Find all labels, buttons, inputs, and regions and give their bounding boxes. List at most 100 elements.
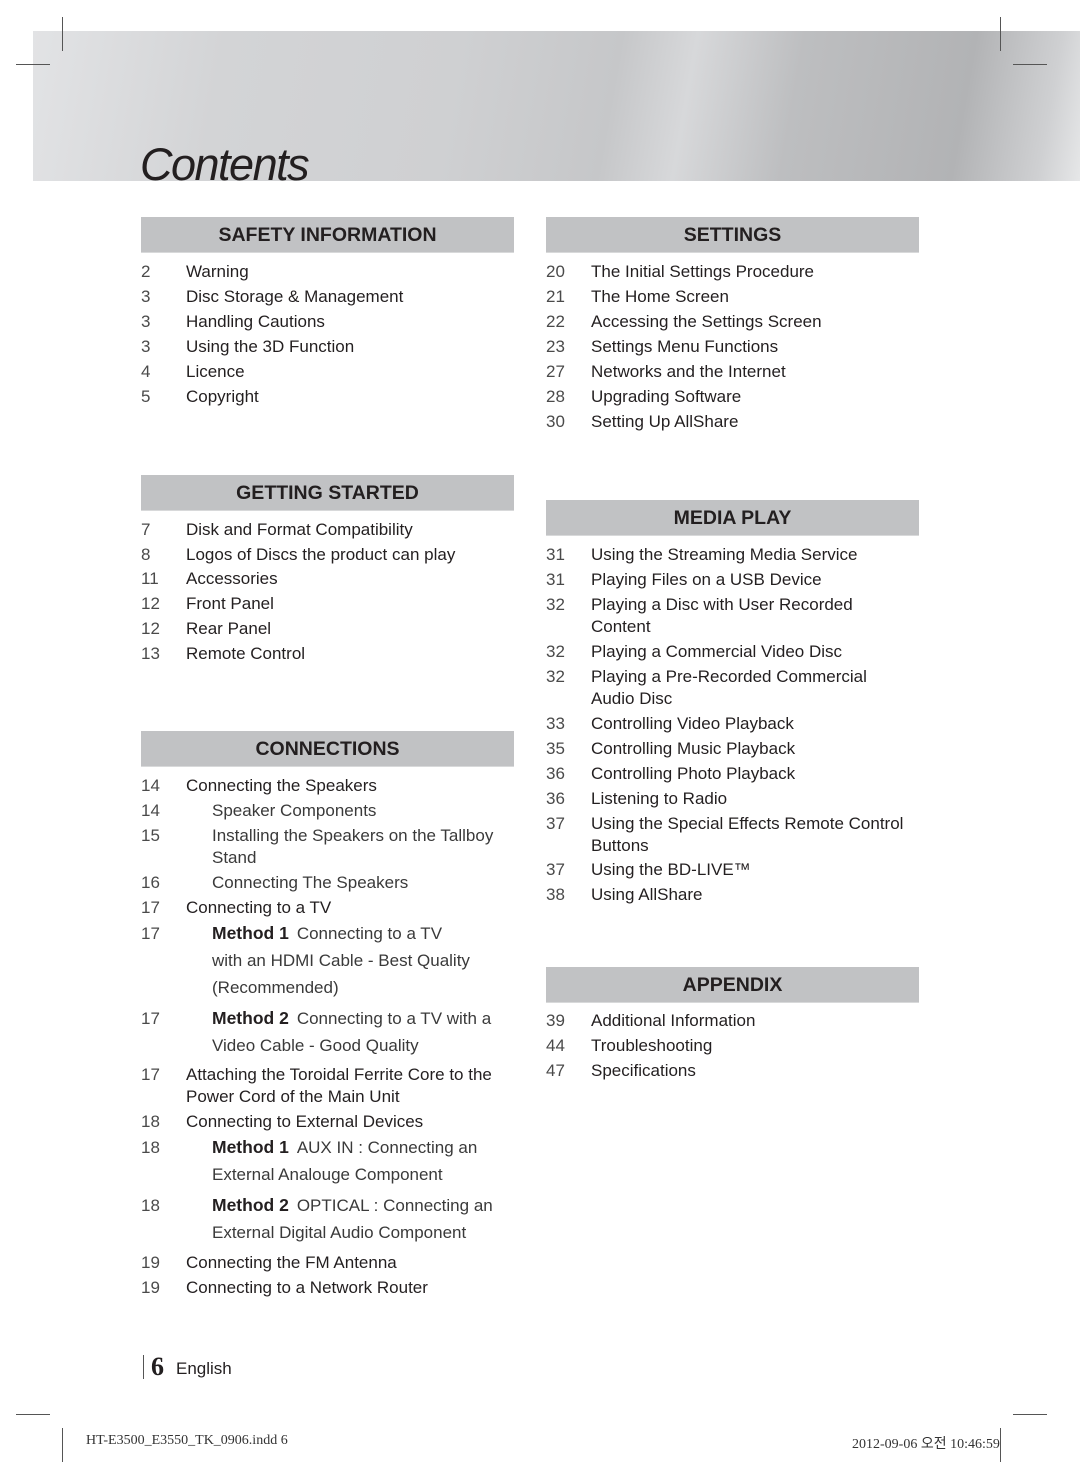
entry-title: Playing a Commercial Video Disc (591, 642, 843, 661)
method-desc: OPTICAL : Connecting an (296, 1196, 493, 1215)
crop-mark (1000, 1428, 1001, 1462)
method-label: Method 1 (212, 923, 289, 943)
crop-mark (16, 1414, 50, 1415)
entry-title: Settings Menu Functions (591, 337, 779, 356)
method-desc: AUX IN : Connecting an (296, 1138, 478, 1157)
entry-title: Troubleshooting (591, 1036, 713, 1055)
entry-page: 30 (546, 412, 565, 431)
entry-page: 32 (546, 667, 565, 686)
entry-title: Accessories (186, 569, 278, 588)
entry-title-line: Stand (212, 848, 257, 867)
entry-title: Connecting the Speakers (186, 776, 377, 795)
entry-page: 3 (141, 287, 151, 306)
page-title: Contents (140, 139, 310, 190)
entry-title: Specifications (591, 1061, 696, 1080)
entry-page: 28 (546, 387, 565, 406)
entry-page: 7 (141, 520, 151, 539)
entry-title: Logos of Discs the product can play (186, 545, 456, 564)
entry-page: 11 (141, 569, 159, 588)
entry-title: Connecting to External Devices (186, 1112, 424, 1131)
crop-mark (62, 17, 63, 51)
entry-title: Connecting The Speakers (212, 873, 409, 892)
entry-title-line: Video Cable - Good Quality (212, 1036, 419, 1055)
entry-title: The Initial Settings Procedure (591, 262, 815, 281)
entry-title: Controlling Music Playback (591, 739, 796, 758)
method-label: Method 1 (212, 1137, 289, 1157)
entry-page: 33 (546, 714, 565, 733)
entry-title: Using the Streaming Media Service (591, 545, 858, 564)
entry-page: 37 (546, 814, 565, 833)
entry-title-line: External Analouge Component (212, 1165, 443, 1184)
entry-title: Accessing the Settings Screen (591, 312, 822, 331)
entry-page: 19 (141, 1278, 160, 1297)
entry-page: 36 (546, 789, 565, 808)
entry-title: Additional Information (591, 1011, 756, 1030)
slug-timestamp: 2012-09-06 오전 10:46:59 (852, 1437, 1000, 1452)
section-heading: GETTING STARTED (141, 475, 514, 511)
entry-title-line: with an HDMI Cable - Best Quality (212, 951, 470, 970)
entry-title: Method 1 Connecting to a TV with an HDMI C… (212, 920, 470, 1001)
entry-title: Copyright (186, 387, 259, 406)
entry-page: 23 (546, 337, 565, 356)
entry-page: 8 (141, 545, 151, 564)
entry-title: Connecting to a Network Router (186, 1278, 428, 1297)
entry-page: 35 (546, 739, 565, 758)
entry-page: 21 (546, 287, 565, 306)
entry-title-line: Buttons (591, 836, 649, 855)
entry-page: 47 (546, 1061, 565, 1080)
entry-title-line: Audio Disc (591, 689, 673, 708)
method-desc: Connecting to a TV with a (296, 1009, 492, 1028)
entry-page: 12 (141, 619, 160, 638)
entry-title: Connecting to a TV (186, 898, 332, 917)
entry-title: Listening to Radio (591, 789, 728, 808)
entry-page: 12 (141, 594, 160, 613)
entry-title-line: External Digital Audio Component (212, 1223, 467, 1242)
section-heading: CONNECTIONS (141, 731, 514, 767)
entry-title: Using AllShare (591, 885, 703, 904)
entry-title: The Home Screen (591, 287, 729, 306)
entry-title-line: Using the Special Effects Remote Control (591, 814, 904, 833)
method-label: Method 2 (212, 1195, 289, 1215)
entry-page: 18 (141, 1112, 160, 1131)
entry-title: Setting Up AllShare (591, 412, 739, 431)
entry-title: Connecting the FM Antenna (186, 1253, 397, 1272)
entry-title: Using the Special Effects Remote Control… (591, 813, 903, 857)
entry-title: Disk and Format Compatibility (186, 520, 413, 539)
entry-page: 16 (141, 873, 160, 892)
page-language: English (176, 1359, 232, 1378)
slug-filename: HT-E3500_E3550_TK_0906.indd 6 (86, 1433, 288, 1448)
entry-page: 44 (546, 1036, 565, 1055)
entry-title: Remote Control (186, 644, 306, 663)
entry-page: 14 (141, 801, 160, 820)
entry-page: 14 (141, 776, 160, 795)
entry-title: Installing the Speakers on the Tallboy St… (212, 825, 493, 869)
entry-title-line: (Recommended) (212, 978, 339, 997)
entry-title: Method 2 OPTICAL : Connecting an External … (212, 1192, 493, 1246)
entry-title: Disc Storage & Management (186, 287, 404, 306)
entry-page: 32 (546, 595, 565, 614)
entry-title: Using the 3D Function (186, 337, 355, 356)
entry-page: 18 (141, 1196, 160, 1215)
entry-page: 17 (141, 1065, 160, 1084)
entry-page: 19 (141, 1253, 160, 1272)
entry-page: 3 (141, 312, 151, 331)
entry-title: Playing a Disc with User Recorded Content (591, 594, 853, 638)
entry-page: 31 (546, 570, 565, 589)
entry-page: 20 (546, 262, 565, 281)
method-desc: Connecting to a TV (296, 924, 443, 943)
entry-title-line: Playing a Pre-Recorded Commercial (591, 667, 867, 686)
entry-page: 15 (141, 826, 160, 845)
entry-title: Rear Panel (186, 619, 272, 638)
entry-title: Method 2 Connecting to a TV with a Video C… (212, 1005, 491, 1059)
crop-mark (1013, 1414, 1047, 1415)
crop-mark (62, 1428, 63, 1462)
section-heading: APPENDIX (546, 967, 919, 1003)
entry-page: 17 (141, 898, 160, 917)
entry-page: 36 (546, 764, 565, 783)
entry-title-line: Installing the Speakers on the Tallboy (212, 826, 494, 845)
entry-title: Playing a Pre-Recorded Commercial Audio D… (591, 666, 867, 710)
entry-page: 18 (141, 1138, 160, 1157)
entry-title: Upgrading Software (591, 387, 742, 406)
crop-mark (1013, 64, 1047, 65)
section-heading: MEDIA PLAY (546, 500, 919, 536)
